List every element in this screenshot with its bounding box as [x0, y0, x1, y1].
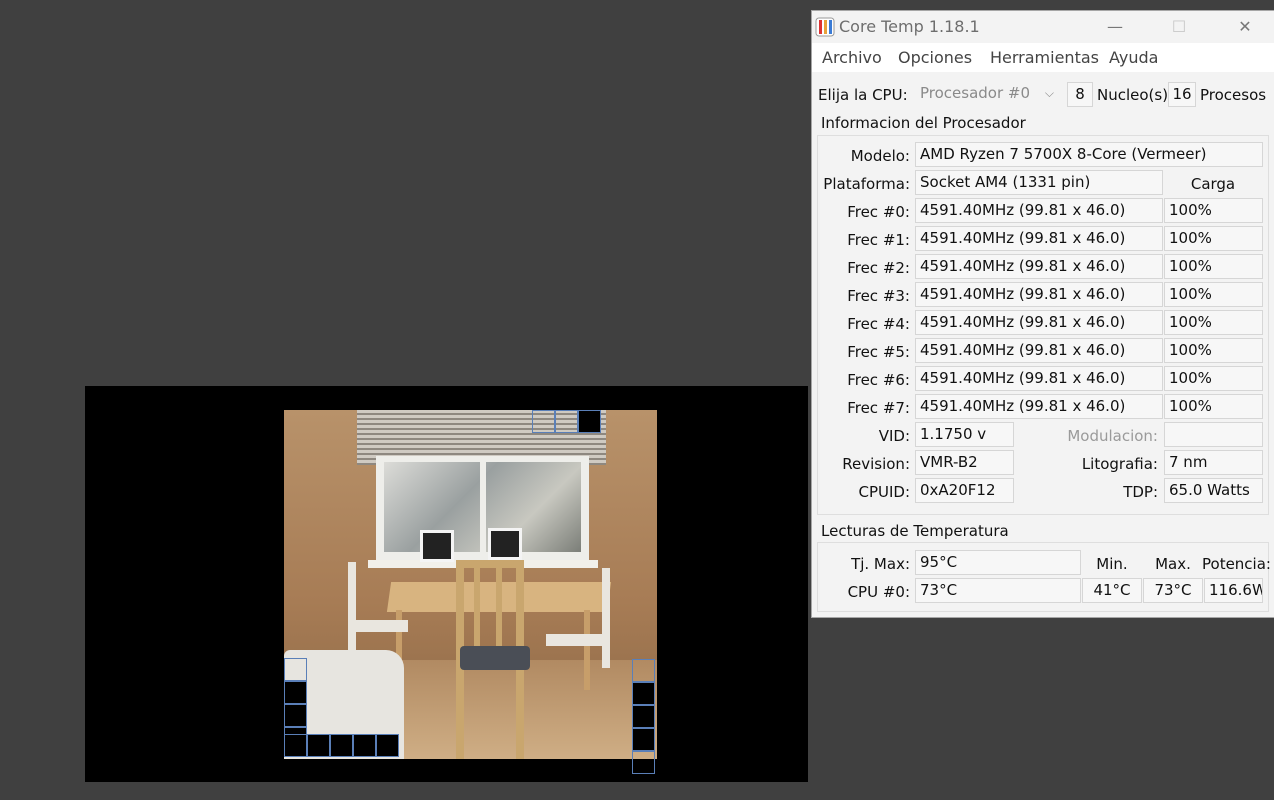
cpu-select-value: Procesador #0	[920, 84, 1031, 102]
freq-value: 4591.40MHz (99.81 x 46.0)	[915, 338, 1163, 363]
image-viewer-window	[85, 386, 808, 782]
freq-label: Frec #5:	[847, 343, 910, 361]
freq-label: Frec #0:	[847, 203, 910, 221]
cpu0-temp-label: CPU #0:	[847, 583, 910, 601]
load-value: 100%	[1164, 198, 1263, 223]
chair	[348, 562, 356, 652]
menu-archivo[interactable]: Archivo	[822, 48, 882, 67]
load-value: 100%	[1164, 310, 1263, 335]
cores-count: 8	[1067, 82, 1093, 107]
power-header: Potencia:	[1202, 555, 1271, 573]
lithography-label: Litografia:	[1081, 455, 1158, 473]
dining-room-photo	[284, 410, 657, 759]
load-value: 100%	[1164, 282, 1263, 307]
freq-value: 4591.40MHz (99.81 x 46.0)	[915, 394, 1163, 419]
freq-label: Frec #4:	[847, 315, 910, 333]
model-value: AMD Ryzen 7 5700X 8-Core (Vermeer)	[915, 142, 1263, 167]
window-title: Core Temp 1.18.1	[839, 17, 980, 36]
platform-value: Socket AM4 (1331 pin)	[915, 170, 1163, 195]
cores-label: Nucleo(s)	[1097, 86, 1169, 104]
vid-label: VID:	[878, 427, 910, 445]
cpuid-value: 0xA20F12	[915, 478, 1014, 503]
load-header: Carga	[1190, 175, 1236, 193]
overlay-tiles-bottom	[284, 734, 399, 757]
load-value: 100%	[1164, 338, 1263, 363]
max-header: Max.	[1155, 555, 1191, 573]
model-label: Modelo:	[850, 147, 910, 165]
lithography-value: 7 nm	[1164, 450, 1263, 475]
photo-frame	[488, 528, 522, 560]
freq-label: Frec #7:	[847, 399, 910, 417]
freq-value: 4591.40MHz (99.81 x 46.0)	[915, 198, 1163, 223]
freq-value: 4591.40MHz (99.81 x 46.0)	[915, 366, 1163, 391]
cpu0-power: 116.6W	[1204, 578, 1263, 603]
cpuid-label: CPUID:	[858, 483, 910, 501]
chevron-down-icon: ⌵	[1044, 86, 1054, 100]
min-header: Min.	[1096, 555, 1128, 573]
modulation-label: Modulacion:	[1067, 427, 1158, 445]
minimize-button[interactable]: —	[1100, 15, 1130, 39]
tjmax-label: Tj. Max:	[851, 555, 910, 573]
menu-opciones[interactable]: Opciones	[898, 48, 972, 67]
cpu0-max-temp: 73°C	[1143, 578, 1203, 603]
freq-value: 4591.40MHz (99.81 x 46.0)	[915, 282, 1163, 307]
core-temp-app-icon	[815, 17, 835, 37]
maximize-button[interactable]: ☐	[1164, 15, 1194, 39]
tdp-label: TDP:	[1123, 483, 1158, 501]
platform-label: Plataforma:	[823, 175, 910, 193]
revision-label: Revision:	[842, 455, 910, 473]
tdp-value: 65.0 Watts	[1164, 478, 1263, 503]
menu-ayuda[interactable]: Ayuda	[1109, 48, 1158, 67]
threads-label: Procesos	[1200, 86, 1267, 104]
cpu-select-dropdown[interactable]: Procesador #0 ⌵	[916, 82, 1060, 106]
vid-value: 1.1750 v	[915, 422, 1014, 447]
core-temp-window: Core Temp 1.18.1 — ☐ ✕ Archivo Opciones …	[811, 10, 1274, 618]
modulation-value	[1164, 422, 1263, 447]
tjmax-value: 95°C	[915, 550, 1081, 575]
overlay-tiles-right	[632, 659, 655, 774]
freq-label: Frec #1:	[847, 231, 910, 249]
chair	[602, 568, 610, 668]
load-value: 100%	[1164, 226, 1263, 251]
title-bar[interactable]: Core Temp 1.18.1 — ☐ ✕	[812, 11, 1274, 43]
close-button[interactable]: ✕	[1230, 15, 1260, 39]
freq-label: Frec #2:	[847, 259, 910, 277]
freq-value: 4591.40MHz (99.81 x 46.0)	[915, 226, 1163, 251]
load-value: 100%	[1164, 366, 1263, 391]
menu-bar: Archivo Opciones Herramientas Ayuda	[812, 43, 1274, 72]
threads-count: 16	[1168, 82, 1196, 107]
processor-info-title: Informacion del Procesador	[821, 114, 1026, 132]
freq-label: Frec #3:	[847, 287, 910, 305]
freq-value: 4591.40MHz (99.81 x 46.0)	[915, 310, 1163, 335]
cpu0-temp-value: 73°C	[915, 578, 1081, 603]
freq-label: Frec #6:	[847, 371, 910, 389]
load-value: 100%	[1164, 394, 1263, 419]
cpu-select-label: Elija la CPU:	[818, 86, 908, 104]
temperature-title: Lecturas de Temperatura	[821, 522, 1009, 540]
photo-frame	[420, 530, 454, 562]
cpu0-min-temp: 41°C	[1082, 578, 1142, 603]
freq-value: 4591.40MHz (99.81 x 46.0)	[915, 254, 1163, 279]
load-value: 100%	[1164, 254, 1263, 279]
overlay-tiles-top	[532, 410, 601, 433]
revision-value: VMR-B2	[915, 450, 1014, 475]
menu-herramientas[interactable]: Herramientas	[990, 48, 1099, 67]
